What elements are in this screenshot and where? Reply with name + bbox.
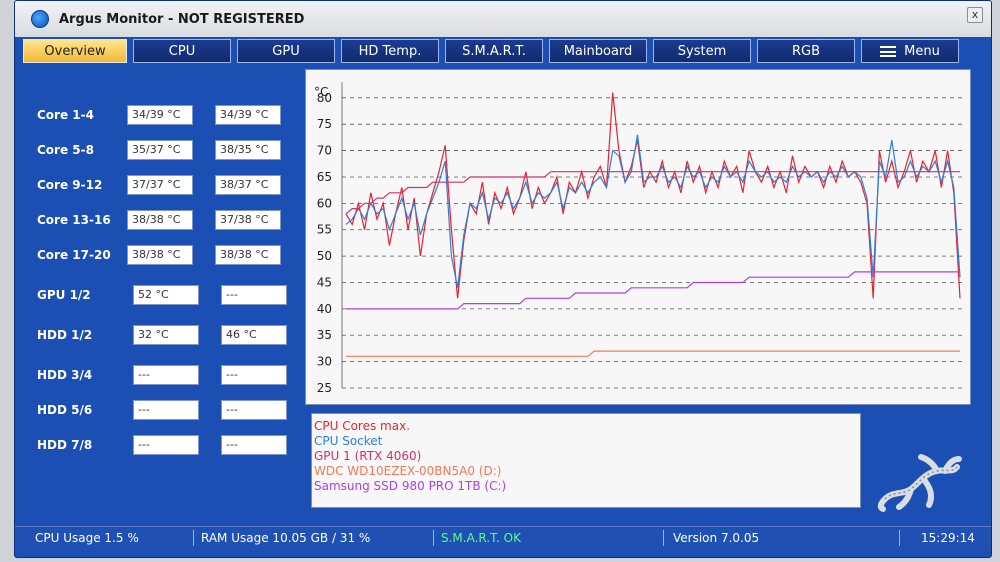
tab-label: HD Temp. bbox=[358, 43, 422, 59]
series-line bbox=[345, 134, 961, 288]
sensor-value-field: 46 °C bbox=[221, 325, 287, 345]
sensor-value-field: --- bbox=[133, 365, 199, 385]
tab-label: CPU bbox=[168, 43, 196, 59]
sensor-value-field: --- bbox=[221, 285, 287, 305]
sensor-value-field: 32 °C bbox=[133, 325, 199, 345]
sensor-value-field: 37/37 °C bbox=[127, 175, 193, 195]
hamburger-menu-icon bbox=[880, 45, 897, 57]
sensor-value-field: 38/37 °C bbox=[215, 175, 281, 195]
sensor-overview-panel: Core 1-4 34/39 °C 34/39 °C Core 5-8 35/37 °C… bbox=[15, 81, 305, 455]
tab-label: GPU bbox=[272, 43, 300, 59]
tab-label: System bbox=[677, 43, 727, 59]
app-window: Argus Monitor - NOT REGISTERED x Overvie… bbox=[14, 0, 992, 558]
y-tick-label: 55 bbox=[317, 223, 332, 237]
tab-label: Mainboard bbox=[563, 43, 633, 59]
y-tick-label: 80 bbox=[317, 91, 332, 105]
temperature-chart-panel: °C 80 75 70 65 60 55 50 45 40 35 30 25 bbox=[305, 69, 971, 405]
ram-usage-status: RAM Usage 10.05 GB / 31 % bbox=[201, 531, 371, 545]
sensor-label: HDD 3/4 bbox=[37, 368, 93, 382]
y-tick-label: 25 bbox=[317, 381, 332, 395]
sensor-value-field: --- bbox=[133, 435, 199, 455]
tab-rgb[interactable]: RGB bbox=[757, 39, 855, 63]
sensor-value-field: --- bbox=[133, 400, 199, 420]
smart-status: S.M.A.R.T. OK bbox=[441, 531, 521, 545]
version-status: Version 7.0.05 bbox=[673, 531, 760, 545]
status-bar: CPU Usage 1.5 % RAM Usage 10.05 GB / 31 … bbox=[15, 526, 991, 550]
sensor-label: Core 17-20 bbox=[37, 248, 111, 262]
series-line bbox=[346, 350, 960, 357]
sensor-label: Core 5-8 bbox=[37, 143, 94, 157]
sensor-value-field: 52 °C bbox=[133, 285, 199, 305]
tab-smart[interactable]: S.M.A.R.T. bbox=[445, 39, 543, 63]
tab-system[interactable]: System bbox=[653, 39, 751, 63]
sensor-value-field: --- bbox=[221, 435, 287, 455]
chart-legend: CPU Cores max. CPU Socket GPU 1 (RTX 4060)… bbox=[311, 413, 861, 508]
tab-gpu[interactable]: GPU bbox=[237, 39, 335, 63]
sensor-value-field: 34/39 °C bbox=[215, 105, 281, 125]
y-tick-label: 35 bbox=[317, 328, 332, 342]
status-divider bbox=[899, 530, 900, 546]
sensor-label: Core 9-12 bbox=[37, 178, 103, 192]
tab-overview[interactable]: Overview bbox=[23, 39, 127, 63]
status-divider bbox=[193, 530, 194, 546]
y-tick-label: 30 bbox=[317, 355, 332, 369]
sensor-label: HDD 1/2 bbox=[37, 328, 93, 342]
tab-mainboard[interactable]: Mainboard bbox=[549, 39, 647, 63]
status-divider bbox=[433, 530, 434, 546]
legend-item: WDC WD10EZEX-00BN5A0 (D:) bbox=[314, 464, 502, 478]
tab-label: S.M.A.R.T. bbox=[462, 43, 526, 59]
temperature-chart: °C807570656055504540353025 bbox=[314, 82, 964, 395]
argus-app-icon bbox=[31, 10, 49, 28]
sensor-value-field: 35/37 °C bbox=[127, 140, 193, 160]
clock-status: 15:29:14 bbox=[921, 531, 975, 545]
y-tick-label: 65 bbox=[317, 170, 332, 184]
tab-cpu[interactable]: CPU bbox=[133, 39, 231, 63]
sensor-value-field: 34/39 °C bbox=[127, 105, 193, 125]
y-tick-label: 40 bbox=[317, 302, 332, 316]
sensor-value-field: --- bbox=[221, 400, 287, 420]
sensor-label: HDD 5/6 bbox=[37, 403, 93, 417]
window-title: Argus Monitor - NOT REGISTERED bbox=[59, 11, 305, 27]
sensor-value-field: 38/35 °C bbox=[215, 140, 281, 160]
cpu-usage-status: CPU Usage 1.5 % bbox=[35, 531, 139, 545]
sensor-label: Core 13-16 bbox=[37, 213, 111, 227]
title-bar: Argus Monitor - NOT REGISTERED x bbox=[15, 1, 991, 37]
y-tick-label: 70 bbox=[317, 144, 332, 158]
sensor-label: GPU 1/2 bbox=[37, 288, 91, 302]
y-tick-label: 50 bbox=[317, 249, 332, 263]
tab-label: Menu bbox=[904, 43, 940, 59]
y-tick-label: 75 bbox=[317, 117, 332, 131]
sensor-value-field: --- bbox=[221, 365, 287, 385]
y-tick-label: 60 bbox=[317, 196, 332, 210]
legend-item: CPU Cores max. bbox=[314, 419, 411, 433]
sensor-value-field: 38/38 °C bbox=[127, 245, 193, 265]
series-line bbox=[345, 92, 961, 299]
tab-hd-temp[interactable]: HD Temp. bbox=[341, 39, 439, 63]
close-button[interactable]: x bbox=[967, 7, 983, 23]
legend-item: GPU 1 (RTX 4060) bbox=[314, 449, 422, 463]
tab-label: Overview bbox=[44, 43, 106, 59]
status-divider bbox=[663, 530, 664, 546]
sensor-value-field: 38/38 °C bbox=[215, 245, 281, 265]
tab-label: RGB bbox=[791, 43, 821, 59]
legend-item: Samsung SSD 980 PRO 1TB (C:) bbox=[314, 479, 507, 493]
tab-menu[interactable]: Menu bbox=[861, 39, 959, 63]
series-line bbox=[346, 271, 960, 310]
sensor-label: Core 1-4 bbox=[37, 108, 94, 122]
y-tick-label: 45 bbox=[317, 275, 332, 289]
main-tab-bar: Overview CPU GPU HD Temp. S.M.A.R.T. Mai… bbox=[23, 39, 963, 63]
sensor-value-field: 37/38 °C bbox=[215, 210, 281, 230]
sensor-label: HDD 7/8 bbox=[37, 438, 93, 452]
sensor-value-field: 38/38 °C bbox=[127, 210, 193, 230]
gecko-logo-icon bbox=[877, 454, 962, 512]
legend-item: CPU Socket bbox=[314, 434, 383, 448]
